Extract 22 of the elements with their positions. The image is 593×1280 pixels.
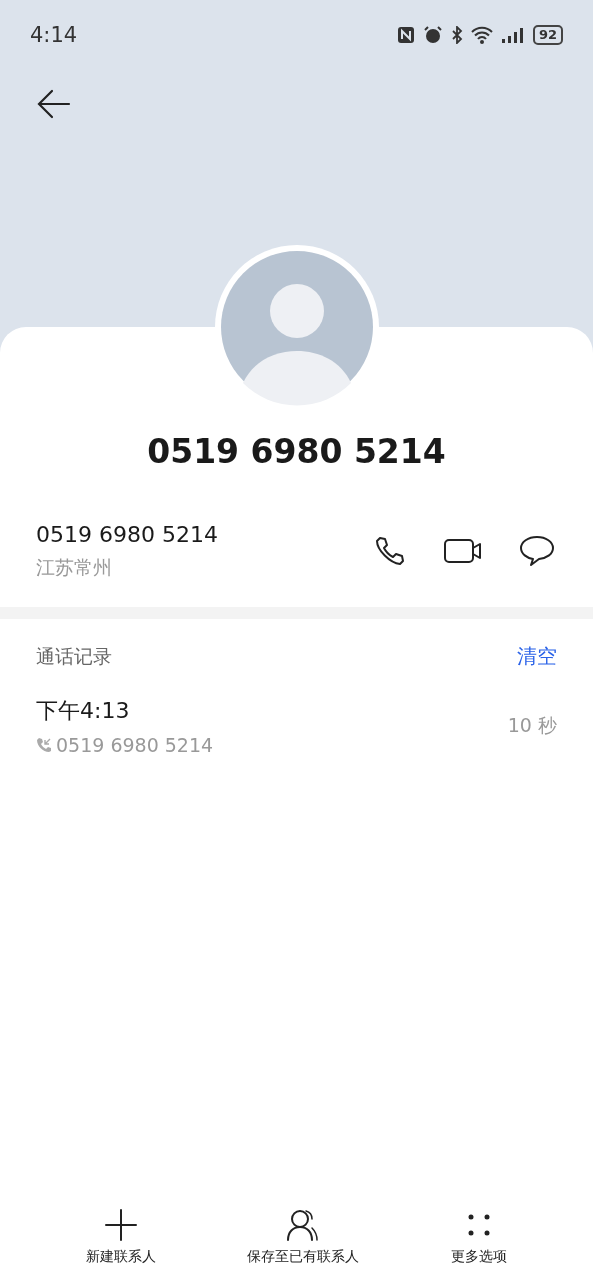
clear-button[interactable]: 清空 (517, 643, 557, 670)
plus-icon (103, 1208, 138, 1242)
phone-number: 0519 6980 5214 (36, 521, 218, 547)
section-heading: 通话记录 (36, 643, 112, 669)
wifi-icon (470, 26, 493, 44)
nfc-icon (396, 26, 415, 44)
location-text: 江苏常州 (36, 554, 113, 580)
toolbar-button[interactable]: 新建联系人 (85, 1208, 156, 1266)
toolbar-button[interactable]: 更多选项 (451, 1208, 508, 1266)
call-number: 0519 6980 5214 (56, 734, 214, 756)
incoming-call-icon (36, 737, 52, 753)
message-button[interactable] (517, 533, 557, 569)
status-time: 4:14 (30, 23, 78, 47)
bluetooth-icon (450, 26, 463, 44)
call-duration: 10 秒 (507, 713, 557, 738)
alarm-icon (422, 26, 443, 44)
toolbar-button[interactable]: 保存至已有联系人 (247, 1208, 360, 1266)
signal-icon (500, 26, 525, 44)
call-time: 下午4:13 (36, 697, 131, 725)
contact-title: 0519 6980 5214 (146, 432, 447, 471)
person-icon (286, 1208, 321, 1242)
battery-indicator: 92 (532, 25, 563, 45)
